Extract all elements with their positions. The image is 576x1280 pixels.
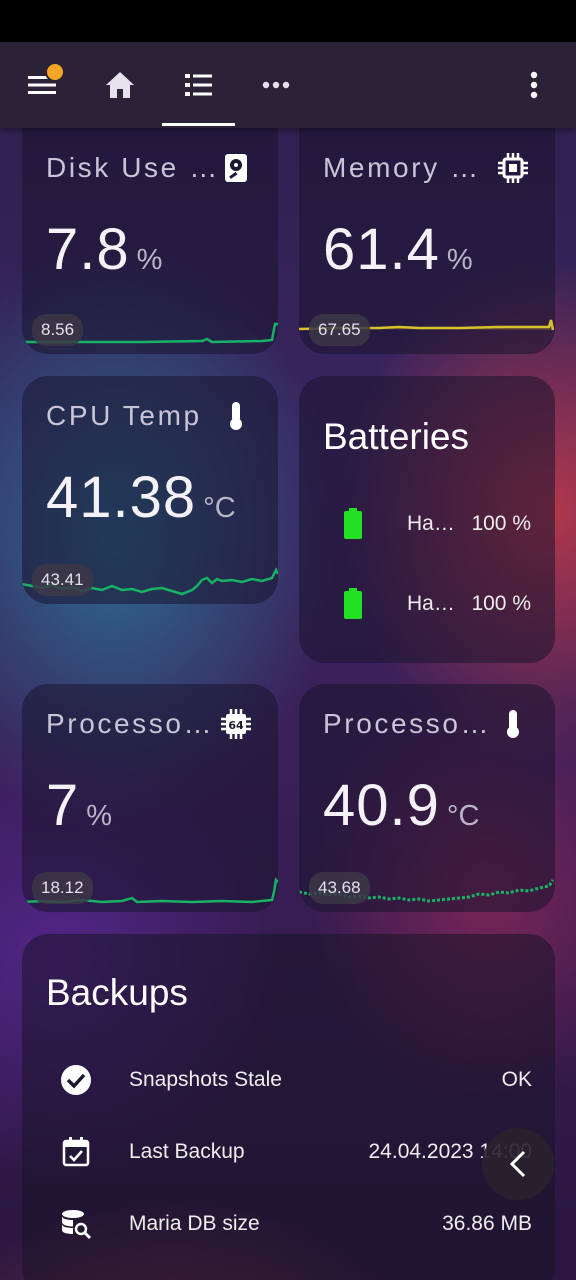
processor-load-card[interactable]: Processo… 64 7 % 18.12 <box>22 684 278 912</box>
battery-full-icon <box>344 588 362 619</box>
value: 40.9 <box>323 773 440 838</box>
battery-value: 100 % <box>471 512 531 535</box>
calendar-check-icon <box>62 1137 90 1167</box>
battery-row[interactable]: Ha… 100 % <box>299 584 555 624</box>
format-list-icon <box>185 74 212 96</box>
dots-vertical-icon <box>530 71 538 99</box>
card-title: CPU Temp <box>46 400 202 431</box>
backups-card[interactable]: Backups Snapshots Stale OK Last Backup 2… <box>22 934 555 1280</box>
back-fab-button[interactable] <box>482 1128 554 1200</box>
batteries-card[interactable]: Batteries Ha… 100 % Ha… 100 % <box>299 376 555 663</box>
min-value-pill: 8.56 <box>32 314 84 346</box>
min-value-pill: 67.65 <box>309 314 370 346</box>
chevron-left-icon <box>509 1150 526 1178</box>
memory-card[interactable]: Memory … 61.4 % 67.65 <box>299 126 555 354</box>
row-label: Snapshots Stale <box>129 1068 282 1091</box>
backup-row[interactable]: Maria DB size 36.86 MB <box>22 1204 555 1244</box>
min-value-pill: 43.68 <box>309 872 370 904</box>
row-value: 36.86 MB <box>442 1212 532 1235</box>
battery-full-icon <box>344 508 362 539</box>
value: 7.8 <box>46 217 130 282</box>
battery-value: 100 % <box>471 592 531 615</box>
value-row: 40.9 °C <box>323 772 479 839</box>
tab-list[interactable] <box>175 62 221 108</box>
row-value: OK <box>501 1068 532 1091</box>
value: 41.38 <box>46 465 197 530</box>
home-button[interactable] <box>97 62 143 108</box>
notification-badge <box>45 62 65 82</box>
thermometer-icon <box>507 710 519 738</box>
disk-use-card[interactable]: Disk Use … 7.8 % 8.56 <box>22 126 278 354</box>
card-title: Memory … <box>323 152 481 183</box>
status-bar <box>0 0 576 42</box>
value-row: 61.4 % <box>323 216 473 283</box>
home-icon <box>106 72 134 98</box>
card-title: Batteries <box>323 416 470 457</box>
min-value-pill: 18.12 <box>32 872 93 904</box>
value-row: 41.38 °C <box>46 464 236 531</box>
dots-horizontal-icon <box>262 81 290 89</box>
battery-name: Ha… <box>407 592 455 615</box>
value: 61.4 <box>323 217 440 282</box>
card-title: Backups <box>46 972 188 1013</box>
more-tabs-button[interactable] <box>253 62 299 108</box>
unit: % <box>136 244 163 276</box>
overflow-menu-button[interactable] <box>511 62 557 108</box>
harddisk-icon <box>225 154 247 182</box>
backup-row[interactable]: Last Backup 24.04.2023 14:00 <box>22 1132 555 1172</box>
battery-row[interactable]: Ha… 100 % <box>299 504 555 544</box>
value: 7 <box>46 773 80 838</box>
min-value-pill: 43.41 <box>32 564 93 596</box>
memory-chip-icon <box>498 153 528 183</box>
top-app-bar <box>0 42 576 128</box>
unit: °C <box>203 492 236 524</box>
unit: % <box>446 244 473 276</box>
row-label: Last Backup <box>129 1140 245 1163</box>
database-search-icon <box>62 1210 92 1240</box>
unit: % <box>86 800 113 832</box>
value-row: 7 % <box>46 772 112 839</box>
card-title: Disk Use … <box>46 152 220 183</box>
unit: °C <box>446 800 480 832</box>
cpu-64-bit-icon: 64 <box>221 709 251 739</box>
row-label: Maria DB size <box>129 1212 260 1235</box>
card-title: Processo… <box>46 708 215 739</box>
check-circle-icon <box>61 1065 91 1095</box>
backup-row[interactable]: Snapshots Stale OK <box>22 1060 555 1100</box>
active-tab-indicator <box>162 123 235 126</box>
thermometer-icon <box>230 402 242 430</box>
value-row: 7.8 % <box>46 216 162 283</box>
card-title: Processo… <box>323 708 492 739</box>
battery-name: Ha… <box>407 512 455 535</box>
cpu-temp-card[interactable]: CPU Temp 41.38 °C 43.41 <box>22 376 278 604</box>
svg-text:64: 64 <box>228 719 244 732</box>
processor-temp-card[interactable]: Processo… 40.9 °C 43.68 <box>299 684 555 912</box>
